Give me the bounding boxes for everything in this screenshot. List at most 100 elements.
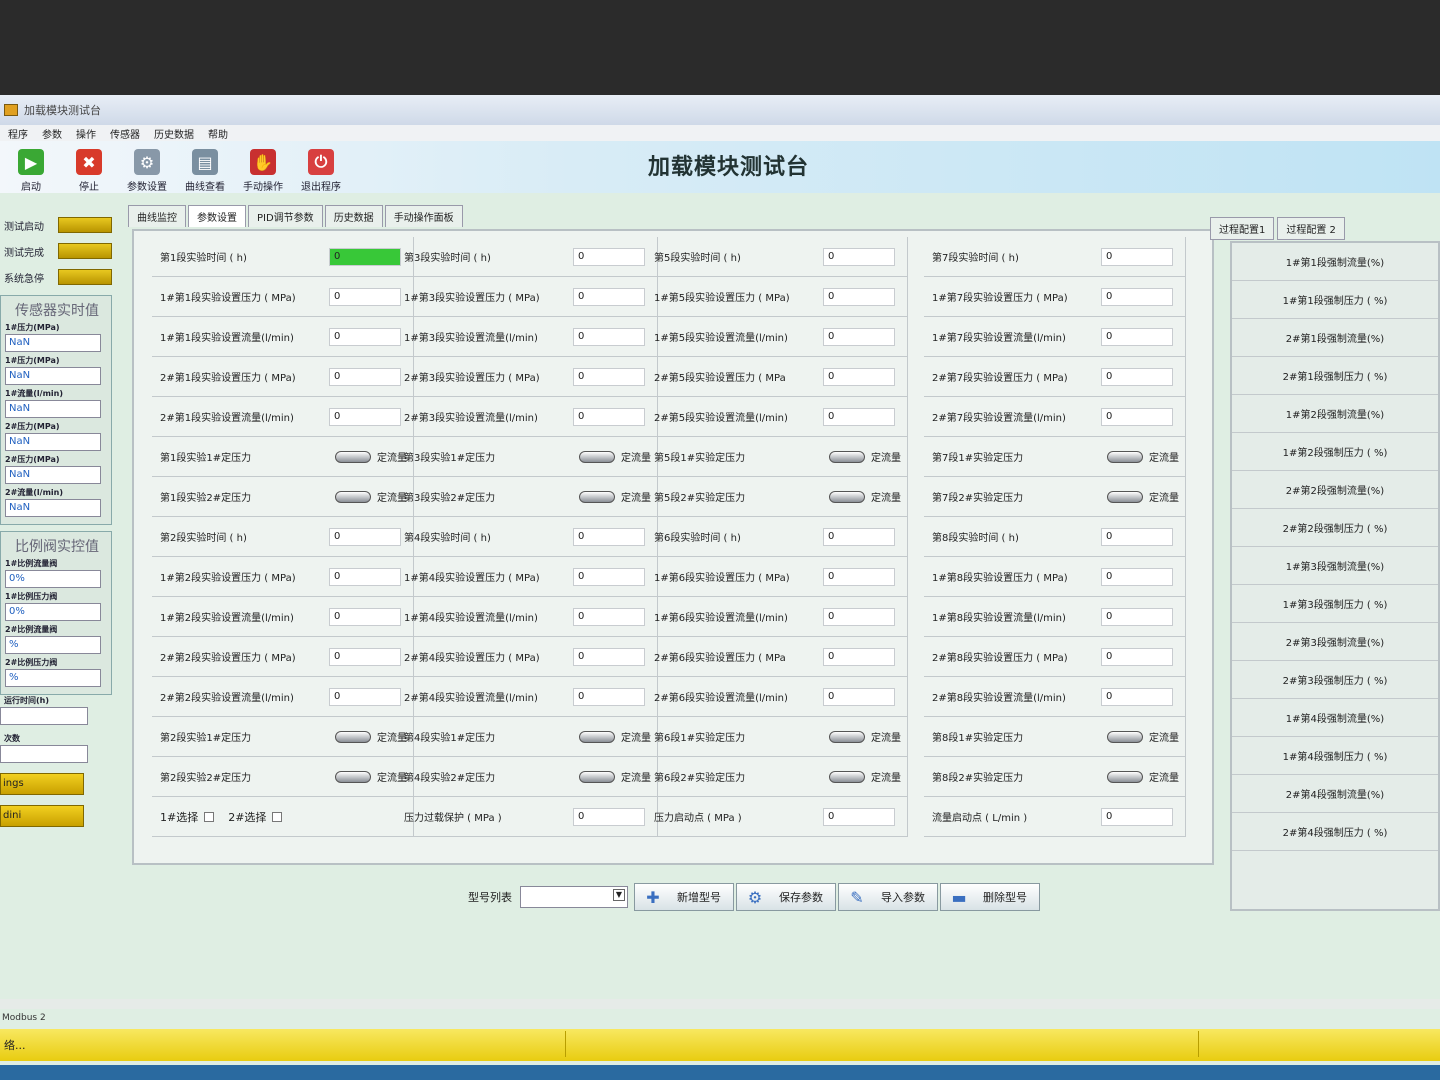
param-row: 第8段1#实验定压力 定流量 [924,717,1186,757]
toggle-switch[interactable] [829,730,865,743]
power-icon[interactable]: ⏻ [308,149,334,175]
horizontal-scrollbar[interactable] [0,999,1440,1009]
chevron-down-icon[interactable]: ▼ [613,889,625,901]
param-input[interactable]: 0 [1101,367,1173,386]
tab-item[interactable]: 手动操作面板 [384,205,463,227]
toggle-switch[interactable] [335,490,371,503]
param-input[interactable]: 0 [823,607,895,626]
menu-item[interactable]: 操作 [76,126,96,141]
param-input[interactable]: 0 [1101,327,1173,346]
param-input[interactable]: 0 [573,527,645,546]
param-input[interactable]: 0 [329,287,401,306]
yellow-button[interactable]: ings [0,773,84,795]
param-input[interactable]: 0 [823,407,895,426]
model-list-combo[interactable]: ▼ [520,886,628,908]
param-input[interactable]: 0 [1101,687,1173,706]
param-input[interactable]: 0 [329,647,401,666]
toolbar-button[interactable]: ▶ 启动 [4,145,58,193]
tab-item[interactable]: 参数设置 [188,205,246,227]
toggle-switch[interactable] [579,770,615,783]
param-input[interactable]: 0 [329,247,401,266]
tab-item[interactable]: 历史数据 [324,205,383,227]
param-label: 第6段实验时间 ( h) [654,533,741,544]
model-button[interactable]: ✎ 导入参数 [838,883,938,911]
param-input[interactable]: 0 [573,407,645,426]
param-input[interactable]: 0 [823,527,895,546]
toggle-switch[interactable] [1107,450,1143,463]
toggle-switch[interactable] [335,770,371,783]
checkbox[interactable] [272,811,283,822]
param-row: 1#第3段实验设置压力 ( MPa) 0 [396,277,658,317]
param-input[interactable]: 0 [573,647,645,666]
toggle-switch[interactable] [829,450,865,463]
param-input[interactable]: 0 [823,567,895,586]
model-button[interactable]: ⚙ 保存参数 [736,883,836,911]
toolbar-button[interactable]: ⏻ 退出程序 [294,145,348,193]
param-input[interactable]: 0 [823,247,895,266]
toggle-switch[interactable] [579,490,615,503]
param-input[interactable]: 0 [1101,807,1173,826]
menu-item[interactable]: 传感器 [110,126,140,141]
param-input[interactable]: 0 [823,287,895,306]
menu-item[interactable]: 帮助 [208,126,228,141]
right-tab[interactable]: 过程配置 2 [1277,217,1345,240]
param-input[interactable]: 0 [329,407,401,426]
checkbox[interactable] [204,811,215,822]
stop-icon[interactable]: ✖ [76,149,102,175]
yellow-button[interactable]: dini [0,805,84,827]
extra-field[interactable] [0,707,88,725]
model-button[interactable]: ▬ 删除型号 [940,883,1040,911]
param-input[interactable]: 0 [1101,567,1173,586]
param-input[interactable]: 0 [573,607,645,626]
model-button[interactable]: ✚ 新增型号 [634,883,734,911]
toggle-switch[interactable] [1107,490,1143,503]
param-input[interactable]: 0 [1101,607,1173,626]
param-input[interactable]: 0 [573,287,645,306]
param-input[interactable]: 0 [329,607,401,626]
param-input[interactable]: 0 [573,807,645,826]
toolbar-button[interactable]: ▤ 曲线查看 [178,145,232,193]
param-input[interactable]: 0 [573,567,645,586]
toggle-switch[interactable] [1107,770,1143,783]
param-input[interactable]: 0 [329,367,401,386]
menu-item[interactable]: 参数 [42,126,62,141]
param-input[interactable]: 0 [573,327,645,346]
chart-icon[interactable]: ▤ [192,149,218,175]
param-input[interactable]: 0 [329,567,401,586]
param-input[interactable]: 0 [1101,407,1173,426]
toggle-switch[interactable] [1107,730,1143,743]
param-input[interactable]: 0 [1101,647,1173,666]
tab-item[interactable]: PID调节参数 [248,205,323,227]
param-input[interactable]: 0 [329,327,401,346]
param-input[interactable]: 0 [573,687,645,706]
toggle-switch[interactable] [579,730,615,743]
param-input[interactable]: 0 [823,647,895,666]
toggle-switch[interactable] [829,770,865,783]
param-input[interactable]: 0 [1101,527,1173,546]
param-input[interactable]: 0 [1101,287,1173,306]
toolbar-button[interactable]: ⚙ 参数设置 [120,145,174,193]
param-input[interactable]: 0 [823,687,895,706]
toggle-switch[interactable] [335,730,371,743]
toggle-switch[interactable] [579,450,615,463]
tab-item[interactable]: 曲线监控 [128,205,186,227]
extra-field[interactable] [0,745,88,763]
param-input[interactable]: 0 [823,367,895,386]
param-input[interactable]: 0 [573,367,645,386]
param-input[interactable]: 0 [329,527,401,546]
right-tab[interactable]: 过程配置1 [1210,217,1275,240]
toggle-switch[interactable] [335,450,371,463]
play-icon[interactable]: ▶ [18,149,44,175]
param-input[interactable]: 0 [823,807,895,826]
gear-icon[interactable]: ⚙ [134,149,160,175]
param-input[interactable]: 0 [573,247,645,266]
toolbar-button[interactable]: ✖ 停止 [62,145,116,193]
param-input[interactable]: 0 [823,327,895,346]
toggle-switch[interactable] [829,490,865,503]
hand-icon[interactable]: ✋ [250,149,276,175]
toolbar-button[interactable]: ✋ 手动操作 [236,145,290,193]
param-input[interactable]: 0 [1101,247,1173,266]
menu-item[interactable]: 历史数据 [154,126,194,141]
menu-item[interactable]: 程序 [8,126,28,141]
param-input[interactable]: 0 [329,687,401,706]
